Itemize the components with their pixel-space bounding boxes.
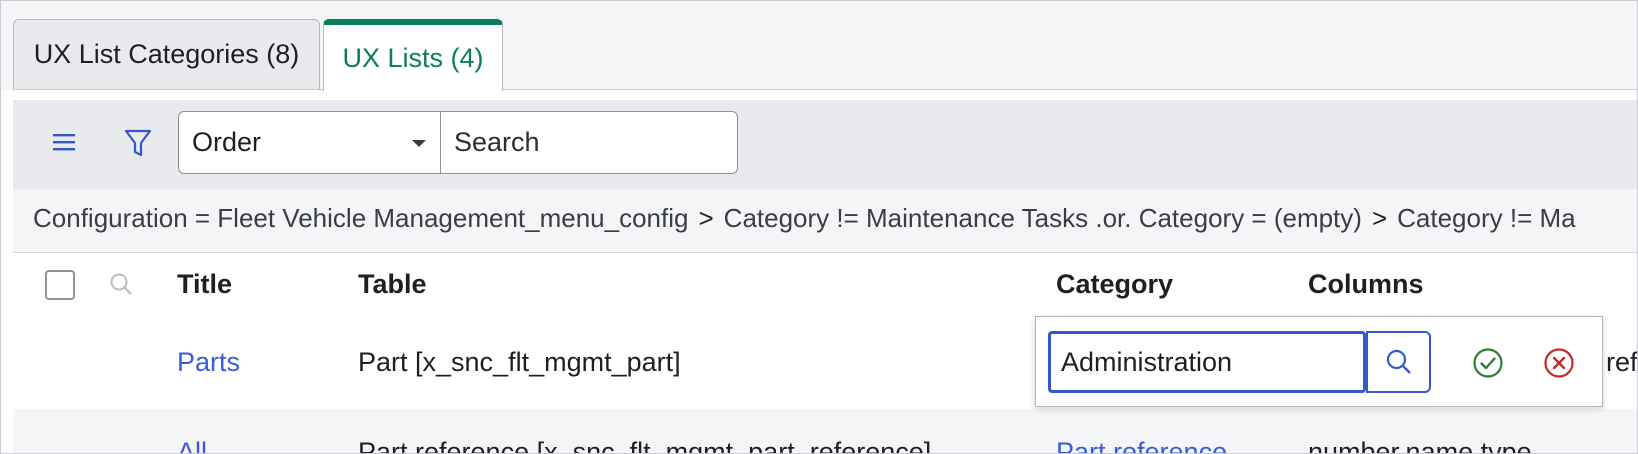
row-columns-cell: ref — [1606, 347, 1638, 377]
row-table-cell: Part [x_snc_flt_mgmt_part] — [358, 347, 681, 377]
breadcrumb-item[interactable]: Configuration = Fleet Vehicle Management… — [33, 203, 688, 233]
column-header-category[interactable]: Category — [1056, 269, 1173, 300]
breadcrumb-separator: > — [1371, 203, 1388, 233]
search-icon[interactable] — [108, 271, 134, 297]
select-all-checkbox[interactable] — [45, 270, 75, 300]
search-icon — [1386, 349, 1411, 374]
breadcrumb-item[interactable]: Category != Maintenance Tasks .or. Categ… — [724, 203, 1362, 233]
row-table-cell: Part reference [x_snc_flt_mgmt_part_refe… — [358, 437, 932, 454]
sort-field-value: Order — [192, 127, 262, 157]
column-header-table[interactable]: Table — [358, 269, 427, 300]
hamburger-menu-icon[interactable] — [51, 130, 77, 154]
reference-lookup-button[interactable] — [1366, 331, 1431, 393]
sort-field-select[interactable]: Order — [178, 111, 441, 174]
row-title-link[interactable]: Parts — [177, 347, 240, 378]
tab-ux-list-categories[interactable]: UX List Categories (8) — [13, 19, 320, 89]
inline-cell-editor — [1035, 316, 1603, 407]
search-input[interactable] — [441, 111, 738, 174]
row-columns-cell: number,name,type — [1308, 437, 1532, 454]
filter-breadcrumb: Configuration = Fleet Vehicle Management… — [13, 189, 1637, 253]
tab-ux-lists[interactable]: UX Lists (4) — [323, 19, 503, 91]
tab-label: UX List Categories (8) — [33, 39, 300, 69]
funnel-filter-icon[interactable] — [123, 127, 153, 159]
row-category-link[interactable]: Part reference — [1056, 437, 1227, 453]
breadcrumb-item[interactable]: Category != Ma — [1397, 203, 1575, 233]
row-title-link[interactable]: All — [177, 437, 207, 453]
breadcrumb-separator: > — [698, 203, 714, 233]
list-panel: UX List Categories (8) UX Lists (4) Orde… — [0, 0, 1638, 454]
x-circle-icon[interactable] — [1543, 347, 1575, 379]
column-header-columns[interactable]: Columns — [1308, 269, 1424, 300]
tab-label: UX Lists (4) — [342, 42, 484, 73]
tab-divider — [13, 89, 1637, 90]
column-header-title[interactable]: Title — [177, 269, 232, 300]
check-circle-icon[interactable] — [1472, 347, 1504, 379]
category-edit-input[interactable] — [1048, 331, 1366, 393]
caret-down-icon — [412, 140, 426, 147]
